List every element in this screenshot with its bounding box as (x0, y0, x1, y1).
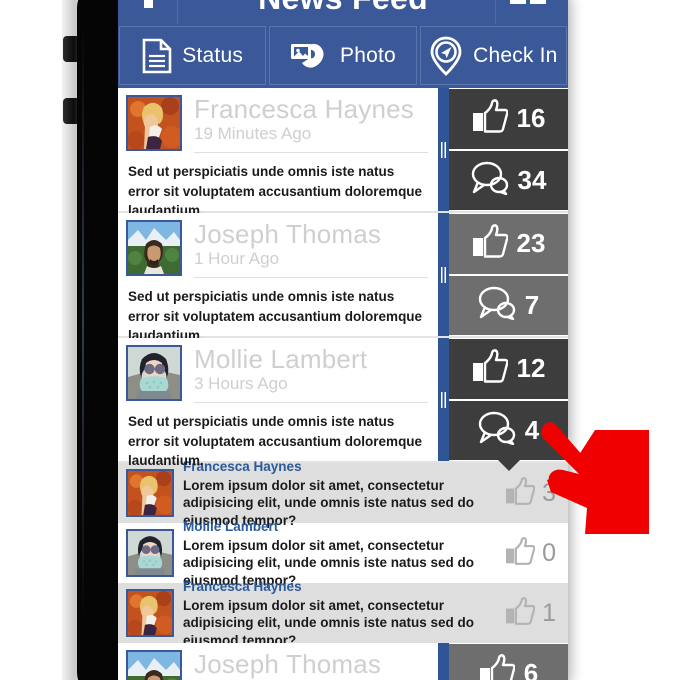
like-button[interactable]: 12 (449, 339, 568, 399)
post-body: Sed ut perspiciatis unde omnis iste natu… (128, 414, 423, 469)
comment-author: Francesca Haynes (183, 578, 302, 594)
thumbs-up-icon (479, 654, 516, 680)
thumbs-up-icon (505, 536, 536, 570)
comment-button[interactable]: 34 (449, 150, 568, 210)
speech-bubble-icon (478, 286, 516, 325)
comment-like-button[interactable]: 1 (505, 596, 560, 630)
like-button[interactable]: 16 (449, 89, 568, 149)
document-icon (142, 38, 172, 74)
post-author: Joseph Thomas (194, 649, 382, 679)
post-timestamp: 19 Minutes Ago (194, 124, 312, 144)
speech-bubble-icon (478, 411, 516, 450)
post-content: Mollie Lambert 3 Hours Ago Sed ut perspi… (118, 338, 438, 468)
thumbs-up-icon (472, 349, 509, 388)
post-author: Mollie Lambert (194, 344, 368, 374)
avatar (126, 469, 174, 517)
feed-post[interactable]: Francesca Haynes 19 Minutes Ago Sed ut p… (118, 88, 568, 218)
post-drag-handle[interactable] (438, 338, 449, 461)
thumbs-up-icon (505, 596, 536, 630)
comment-like-count: 1 (542, 598, 556, 627)
like-button[interactable]: 23 (449, 214, 568, 274)
avatar (126, 589, 174, 637)
phone-screen: News Feed Status (118, 0, 568, 680)
like-count: 16 (516, 103, 546, 134)
comment-body: Lorem ipsum dolor sit amet, consectetur … (183, 597, 475, 648)
feed-post[interactable]: Joseph Thomas 1 Hour Ago Sed ut perspici… (118, 213, 568, 343)
composer-actions: Status Photo Check In (118, 24, 568, 88)
thumbs-up-icon (472, 99, 509, 138)
photo-button-label: Photo (340, 43, 396, 67)
post-author: Joseph Thomas (194, 219, 382, 249)
comment-row[interactable]: Francesca Haynes Lorem ipsum dolor sit a… (118, 579, 568, 648)
comment-count: 7 (524, 289, 540, 320)
post-actions: 23 7 (449, 213, 568, 336)
like-count: 6 (523, 658, 539, 680)
post-content: Francesca Haynes 19 Minutes Ago Sed ut p… (118, 88, 438, 218)
post-timestamp: 3 Hours Ago (194, 374, 288, 394)
news-feed-list: Francesca Haynes 19 Minutes Ago Sed ut p… (118, 88, 568, 680)
post-drag-handle[interactable] (438, 213, 449, 336)
like-button[interactable]: 6 (449, 644, 568, 680)
like-count: 23 (516, 228, 546, 259)
page-title: News Feed (118, 0, 568, 17)
comment-like-button[interactable]: 0 (505, 536, 560, 570)
comment-row[interactable]: Mollie Lambert Lorem ipsum dolor sit ame… (118, 519, 568, 588)
post-timestamp: 1 Hour Ago (194, 249, 280, 269)
like-count: 12 (516, 353, 546, 384)
post-content: Joseph Thomas 1 Hour Ago Sed ut perspici… (118, 213, 438, 343)
status-button-label: Status (182, 43, 244, 67)
feed-post[interactable]: Mollie Lambert 3 Hours Ago Sed ut perspi… (118, 338, 568, 471)
location-pin-icon (429, 36, 463, 76)
check-in-button-label: Check In (473, 43, 558, 67)
divider (194, 277, 428, 279)
post-drag-handle[interactable] (438, 88, 449, 211)
photo-button[interactable]: Photo (269, 26, 417, 85)
avatar (126, 220, 182, 276)
divider (194, 152, 428, 154)
speech-bubble-icon (471, 161, 509, 200)
screenshot-stage: News Feed Status (0, 0, 680, 680)
comment-count: 34 (517, 164, 547, 195)
pointing-hand-cursor (527, 412, 667, 537)
post-actions: 16 34 (449, 88, 568, 211)
avatar (126, 650, 182, 680)
divider (194, 402, 428, 404)
post-author: Francesca Haynes (194, 94, 414, 124)
check-in-button[interactable]: Check In (419, 26, 567, 85)
status-button[interactable]: Status (119, 26, 267, 85)
avatar (126, 345, 182, 401)
app-header: News Feed (118, 0, 568, 24)
post-drag-handle[interactable] (438, 643, 449, 680)
post-actions: 6 (449, 643, 568, 680)
post-content: Joseph Thomas (118, 643, 438, 680)
comment-like-count: 0 (542, 538, 556, 567)
comment-row[interactable]: Francesca Haynes Lorem ipsum dolor sit a… (118, 459, 568, 528)
comment-author: Mollie Lambert (183, 518, 279, 534)
avatar (126, 95, 182, 151)
avatar (126, 529, 174, 577)
feed-post[interactable]: Joseph Thomas 6 (118, 643, 568, 680)
frame-highlight-left (82, 22, 84, 622)
comments-expanded-caret (496, 459, 521, 471)
photo-hand-icon (290, 39, 330, 73)
comment-button[interactable]: 7 (449, 275, 568, 335)
thumbs-up-icon (472, 224, 509, 263)
